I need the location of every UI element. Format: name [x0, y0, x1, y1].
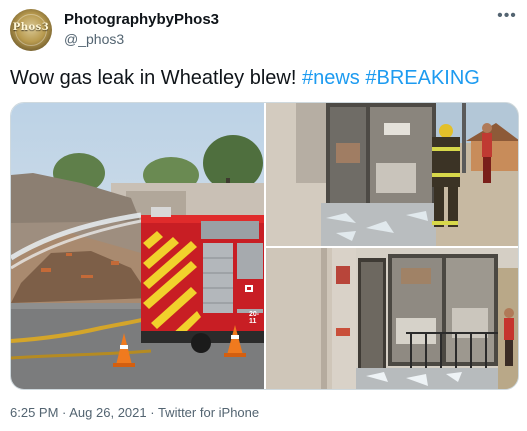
- tweet-body: Wow gas leak in Wheatley blew!: [10, 67, 302, 89]
- more-icon[interactable]: •••: [495, 6, 519, 26]
- photo-storefront[interactable]: [266, 248, 518, 389]
- author-handle[interactable]: @_phos3: [64, 31, 124, 47]
- hashtag-news[interactable]: #news: [302, 67, 360, 89]
- hashtag-breaking[interactable]: #BREAKING: [365, 67, 479, 89]
- tweet-time[interactable]: 6:25 PM: [10, 405, 58, 420]
- tweet-text: Wow gas leak in Wheatley blew! #news #BR…: [10, 67, 480, 90]
- author-display-name[interactable]: PhotographybyPhos3: [64, 11, 219, 28]
- separator: ·: [58, 405, 70, 420]
- media-grid: 20-11: [10, 102, 519, 390]
- tweet-source[interactable]: Twitter for iPhone: [158, 405, 259, 420]
- avatar-logo-text: Phos3: [12, 22, 50, 33]
- tweet-timestamp: 6:25 PM · Aug 26, 2021 · Twitter for iPh…: [10, 405, 259, 420]
- avatar[interactable]: Phos3: [10, 9, 52, 51]
- truck-number-label: 20-11: [249, 311, 260, 325]
- photo-fire-truck[interactable]: 20-11: [11, 103, 264, 389]
- tweet-date[interactable]: Aug 26, 2021: [69, 405, 146, 420]
- photo-firefighter[interactable]: [266, 103, 518, 246]
- separator: ·: [146, 405, 158, 420]
